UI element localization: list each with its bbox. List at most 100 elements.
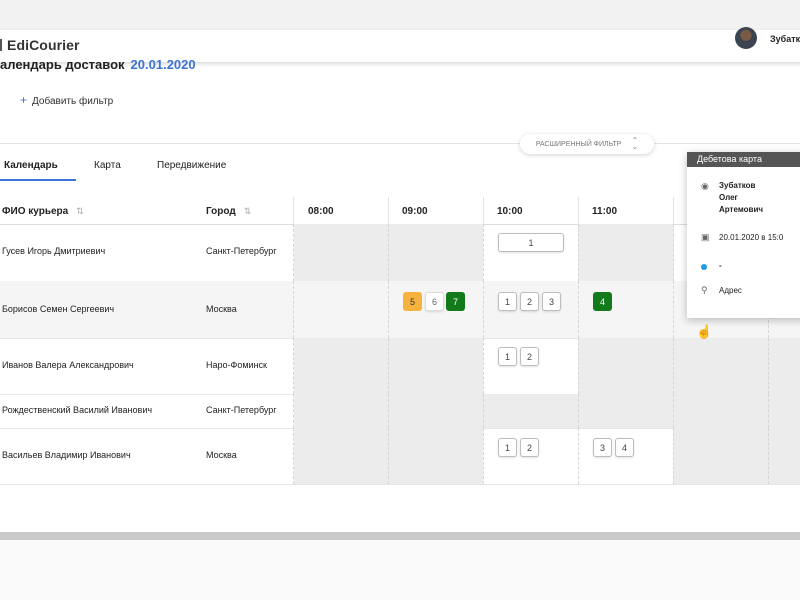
time-slot-empty [294,394,800,428]
grid-line [293,394,294,428]
column-divider [483,197,484,224]
grid-line [483,428,484,484]
delivery-chip[interactable]: 7 [446,292,465,311]
grid-line [483,224,484,281]
grid-line [578,224,579,281]
delivery-chip[interactable]: 3 [542,292,561,311]
logo-mark-icon [0,39,2,51]
courier-first-line: Зубатков [719,181,756,190]
page-title: алендарь доставок 20.01.2020 [0,57,196,72]
table-row[interactable]: Борисов Семен Сергеевич Москва 5 6 7 1 2… [0,281,800,339]
logo-text: EdiCourier [7,37,80,53]
courier-name: Васильев Владимир Иванович [2,450,131,460]
grid-line [768,428,769,484]
courier-city: Наро-Фоминск [206,360,267,370]
grid-line [673,224,674,281]
delivery-chip[interactable]: 1 [498,233,564,252]
column-divider [293,197,294,224]
delivery-chip[interactable]: 3 [593,438,612,457]
tab-calendar[interactable]: Календарь [4,160,58,171]
location-pin-icon: ⚲ [701,285,708,295]
grid-line [388,281,389,338]
courier-name: Борисов Семен Сергеевич [2,304,115,314]
plus-icon: + [20,93,28,107]
grid-line [388,224,389,281]
courier-name: Рождественский Василий Иванович [2,405,153,415]
delivery-chip[interactable]: 5 [403,292,422,311]
grid-line [483,281,484,338]
window-top-background [0,0,800,30]
grid-line [673,281,674,338]
courier-name: Иванов Валера Александрович [2,360,134,370]
time-header-0900: 09:00 [402,206,428,217]
status-dot-icon [701,264,707,270]
popup-title: Дебетова карта [687,152,800,167]
active-tab-indicator [0,179,76,181]
delivery-chip[interactable]: 2 [520,347,539,366]
grid-line [293,224,294,281]
sort-icon[interactable]: ⇅ [244,206,252,217]
hand-pointer-icon: ☝ [696,324,713,339]
add-filter-button[interactable]: + Добавить фильтр [20,93,113,107]
delivery-chip[interactable]: 6 [425,292,444,311]
column-divider [388,197,389,224]
grid-line [578,394,579,428]
add-filter-label: Добавить фильтр [32,96,114,107]
time-header-1100: 11:00 [592,206,618,217]
delivery-chip[interactable]: 1 [498,292,517,311]
page-title-text: алендарь доставок [0,57,125,72]
delivery-chip[interactable]: 1 [498,438,517,457]
time-slot-empty [673,428,800,484]
courier-second-line: Олег [719,193,738,202]
grid-line [388,428,389,484]
table-row[interactable]: Гусев Игорь Дмитриевич Санкт-Петербург 1 [0,224,800,282]
advanced-filter-toggle[interactable]: РАСШИРЕННЫЙ ФИЛЬТР ⌃ ⌄ [520,134,654,154]
column-divider [673,197,674,224]
time-header-0800: 08:00 [308,206,334,217]
tab-map[interactable]: Карта [94,160,121,171]
column-header-name[interactable]: ФИО курьера ⇅ [2,206,84,217]
page-bottom-background [0,540,800,600]
logo[interactable]: EdiCourier [0,37,80,53]
grid-line [768,338,769,394]
time-header-1000: 10:00 [497,206,523,217]
grid-line [673,338,674,394]
popup-status: - [719,261,722,270]
courier-third-line: Артемович [719,205,763,214]
avatar[interactable] [735,27,757,49]
grid-line [768,394,769,428]
courier-city: Москва [206,450,237,460]
grid-line [388,338,389,394]
grid-line [293,428,294,484]
page-date[interactable]: 20.01.2020 [131,57,196,72]
table-row[interactable]: Рождественский Василий Иванович Санкт-Пе… [0,394,800,429]
delivery-chip[interactable]: 4 [593,292,612,311]
column-header-name-label: ФИО курьера [2,206,69,217]
advanced-filter-label: РАСШИРЕННЫЙ ФИЛЬТР [535,140,622,148]
popup-address: Адрес [719,286,742,295]
grid-line [388,394,389,428]
calendar-icon: ▣ [701,232,710,242]
advanced-filter-divider [0,143,800,144]
column-divider [578,197,579,224]
user-name[interactable]: Зубатк [770,34,800,44]
table-row[interactable]: Васильев Владимир Иванович Москва 1 2 3 … [0,428,800,485]
delivery-details-popup: Дебетова карта ◉ Зубатков Олег Артемович… [687,152,800,318]
tab-movement[interactable]: Передвижение [157,160,226,171]
delivery-chip[interactable]: 2 [520,438,539,457]
popup-date-value: 20.01.2020 [719,233,760,242]
column-header-city[interactable]: Город ⇅ [206,206,251,217]
grid-line [293,338,294,394]
horizontal-scrollbar[interactable] [0,532,800,540]
person-icon: ◉ [701,181,709,191]
delivery-chip[interactable]: 1 [498,347,517,366]
time-slot-empty [578,338,800,394]
sort-icon[interactable]: ⇅ [76,206,84,217]
delivery-chip[interactable]: 4 [615,438,634,457]
table-row[interactable]: Иванов Валера Александрович Наро-Фоминск… [0,338,800,395]
grid-line [673,428,674,484]
grid-line [293,281,294,338]
delivery-chip[interactable]: 2 [520,292,539,311]
popup-time-value: в 15:0 [761,233,784,242]
courier-city: Санкт-Петербург [206,246,277,256]
